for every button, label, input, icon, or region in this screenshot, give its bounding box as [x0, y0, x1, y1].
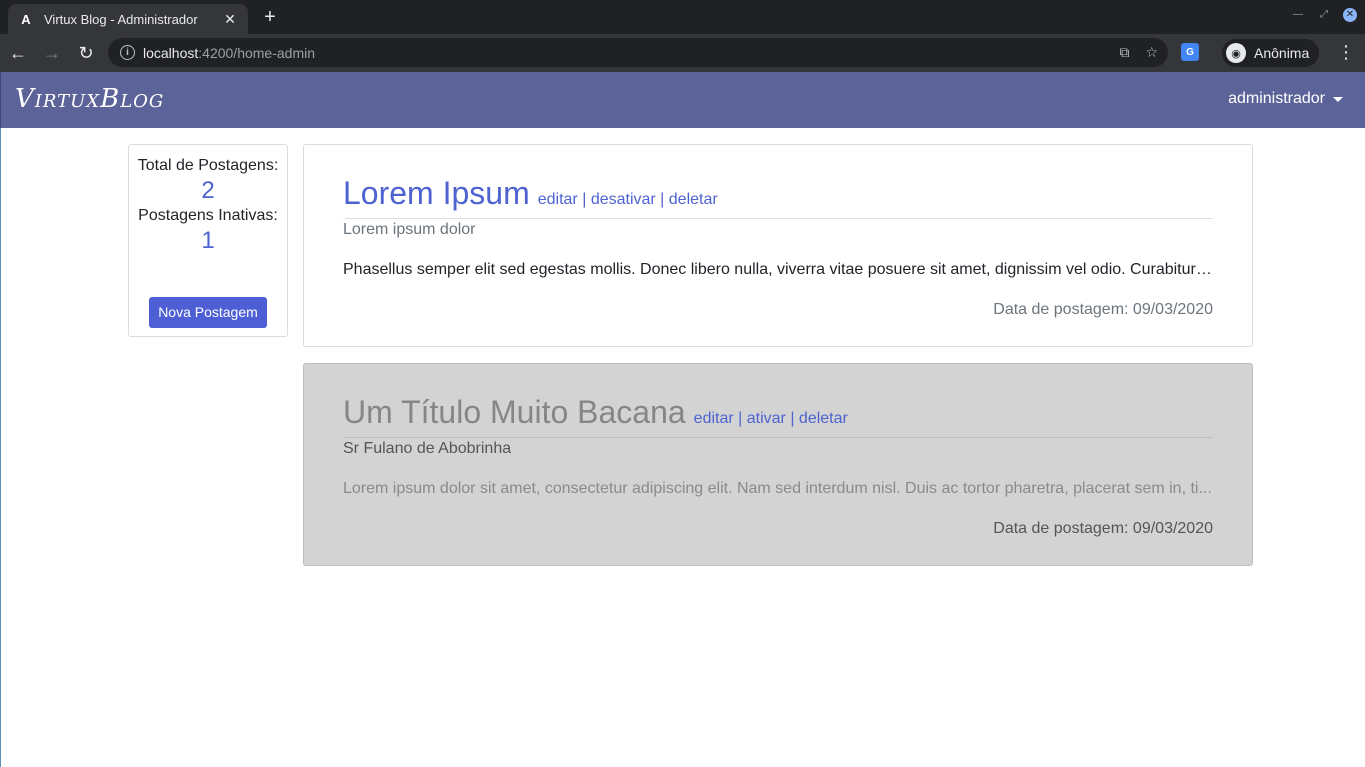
post-date: Data de postagem: 09/03/2020 — [993, 301, 1213, 318]
caret-down-icon — [1333, 96, 1343, 102]
deactivate-post-link[interactable]: desativar — [591, 191, 656, 208]
site-info-icon[interactable]: i — [120, 45, 135, 60]
post-header: Um Título Muito Bacana editar | ativar |… — [343, 394, 1213, 438]
user-dropdown[interactable]: administrador — [1228, 90, 1343, 108]
brand-logo[interactable]: VirtuxBlog — [15, 84, 164, 114]
close-tab-icon[interactable]: ✕ — [222, 11, 238, 28]
browser-toolbar: ← → ↻ i localhost:4200/home-admin ⧉ ☆ G … — [0, 34, 1365, 72]
omnibox-actions: ⧉ ☆ — [1119, 44, 1158, 61]
google-translate-extension-icon[interactable]: G — [1181, 43, 1199, 61]
browser-tab[interactable]: A Virtux Blog - Administrador ✕ — [8, 4, 248, 34]
activate-post-link[interactable]: ativar — [747, 410, 786, 427]
inactive-posts-label: Postagens Inativas: — [138, 207, 278, 224]
post-actions: editar | desativar | deletar — [538, 191, 718, 209]
inactive-posts-value: 1 — [201, 227, 215, 254]
post-card: Lorem Ipsum editar | desativar | deletar… — [303, 144, 1253, 347]
url-host: localhost — [143, 44, 199, 61]
minimize-icon[interactable]: — — [1291, 8, 1305, 22]
user-name: administrador — [1228, 90, 1325, 107]
post-actions: editar | ativar | deletar — [694, 410, 848, 428]
post-excerpt: Lorem ipsum dolor sit amet, consectetur … — [343, 480, 1212, 497]
post-subtitle: Lorem ipsum dolor — [343, 221, 476, 238]
incognito-label: Anônima — [1254, 45, 1310, 61]
new-post-button[interactable]: Nova Postagem — [149, 297, 267, 328]
separator: | — [655, 191, 669, 208]
edit-post-link[interactable]: editar — [694, 410, 734, 427]
browser-menu-icon[interactable]: ⋮ — [1337, 43, 1355, 61]
back-icon[interactable]: ← — [2, 37, 34, 69]
address-bar[interactable]: i localhost:4200/home-admin ⧉ ☆ — [108, 38, 1168, 67]
page-left-edge — [0, 128, 1, 767]
post-card-inactive: Um Título Muito Bacana editar | ativar |… — [303, 363, 1253, 566]
total-posts-label: Total de Postagens: — [137, 157, 279, 174]
new-tab-button[interactable]: + — [258, 6, 282, 30]
restore-icon[interactable]: ⤢ — [1317, 8, 1331, 22]
tab-title: Virtux Blog - Administrador — [44, 11, 198, 27]
window-controls: — ⤢ ✕ — [1291, 8, 1357, 22]
delete-post-link[interactable]: deletar — [799, 410, 848, 427]
close-window-icon[interactable]: ✕ — [1343, 8, 1357, 22]
post-title[interactable]: Lorem Ipsum — [343, 175, 530, 212]
incognito-indicator[interactable]: ◉ Anônima — [1222, 39, 1320, 67]
post-header: Lorem Ipsum editar | desativar | deletar — [343, 175, 1213, 219]
separator: | — [733, 410, 747, 427]
post-title[interactable]: Um Título Muito Bacana — [343, 394, 686, 431]
post-date: Data de postagem: 09/03/2020 — [993, 520, 1213, 537]
app-navbar: VirtuxBlog administrador — [0, 72, 1365, 128]
incognito-icon: ◉ — [1226, 43, 1246, 63]
post-subtitle: Sr Fulano de Abobrinha — [343, 440, 512, 457]
url-path: :4200/home-admin — [198, 44, 316, 61]
translate-page-icon[interactable]: ⧉ — [1119, 44, 1129, 61]
separator: | — [577, 191, 591, 208]
browser-tab-strip: A Virtux Blog - Administrador ✕ + — ⤢ ✕ — [0, 0, 1365, 34]
total-posts-value: 2 — [201, 177, 215, 204]
reload-icon[interactable]: ↻ — [70, 37, 102, 69]
post-excerpt: Phasellus semper elit sed egestas mollis… — [343, 261, 1213, 278]
forward-icon[interactable]: → — [36, 37, 68, 69]
bookmark-star-icon[interactable]: ☆ — [1145, 44, 1158, 61]
separator: | — [785, 410, 799, 427]
angular-favicon-icon: A — [21, 11, 31, 27]
edit-post-link[interactable]: editar — [538, 191, 578, 208]
delete-post-link[interactable]: deletar — [669, 191, 718, 208]
stats-card: Total de Postagens: 2 Postagens Inativas… — [128, 144, 288, 337]
